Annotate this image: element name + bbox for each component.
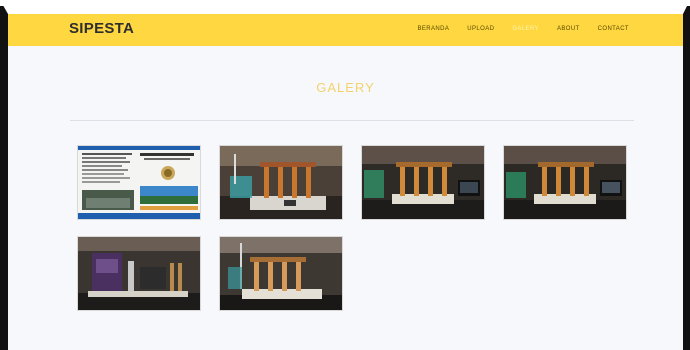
nav-item-about[interactable]: ABOUT [557, 26, 580, 32]
title-divider [70, 120, 634, 121]
gallery-image-device-3[interactable] [504, 146, 626, 219]
navbar: SIPESTA BERANDA UPLOAD GALERY ABOUT CONT… [8, 14, 683, 46]
gallery-image-device-4[interactable] [78, 237, 200, 310]
nav-item-contact[interactable]: CONTACT [598, 26, 629, 32]
nav-item-galery[interactable]: GALERY [512, 26, 539, 32]
page-title: GALERY [316, 80, 375, 95]
gallery-image-device-5[interactable] [220, 237, 342, 310]
gallery-image-device-1[interactable] [220, 146, 342, 219]
nav-menu: BERANDA UPLOAD GALERY ABOUT CONTACT [399, 26, 629, 32]
nav-item-upload[interactable]: UPLOAD [467, 26, 494, 32]
gallery-image-device-2[interactable] [362, 146, 484, 219]
gallery-image-brochure[interactable] [78, 146, 200, 219]
nav-item-beranda[interactable]: BERANDA [417, 26, 449, 32]
brand-logo[interactable]: SIPESTA [69, 20, 134, 37]
frame-top-strip [0, 0, 690, 6]
